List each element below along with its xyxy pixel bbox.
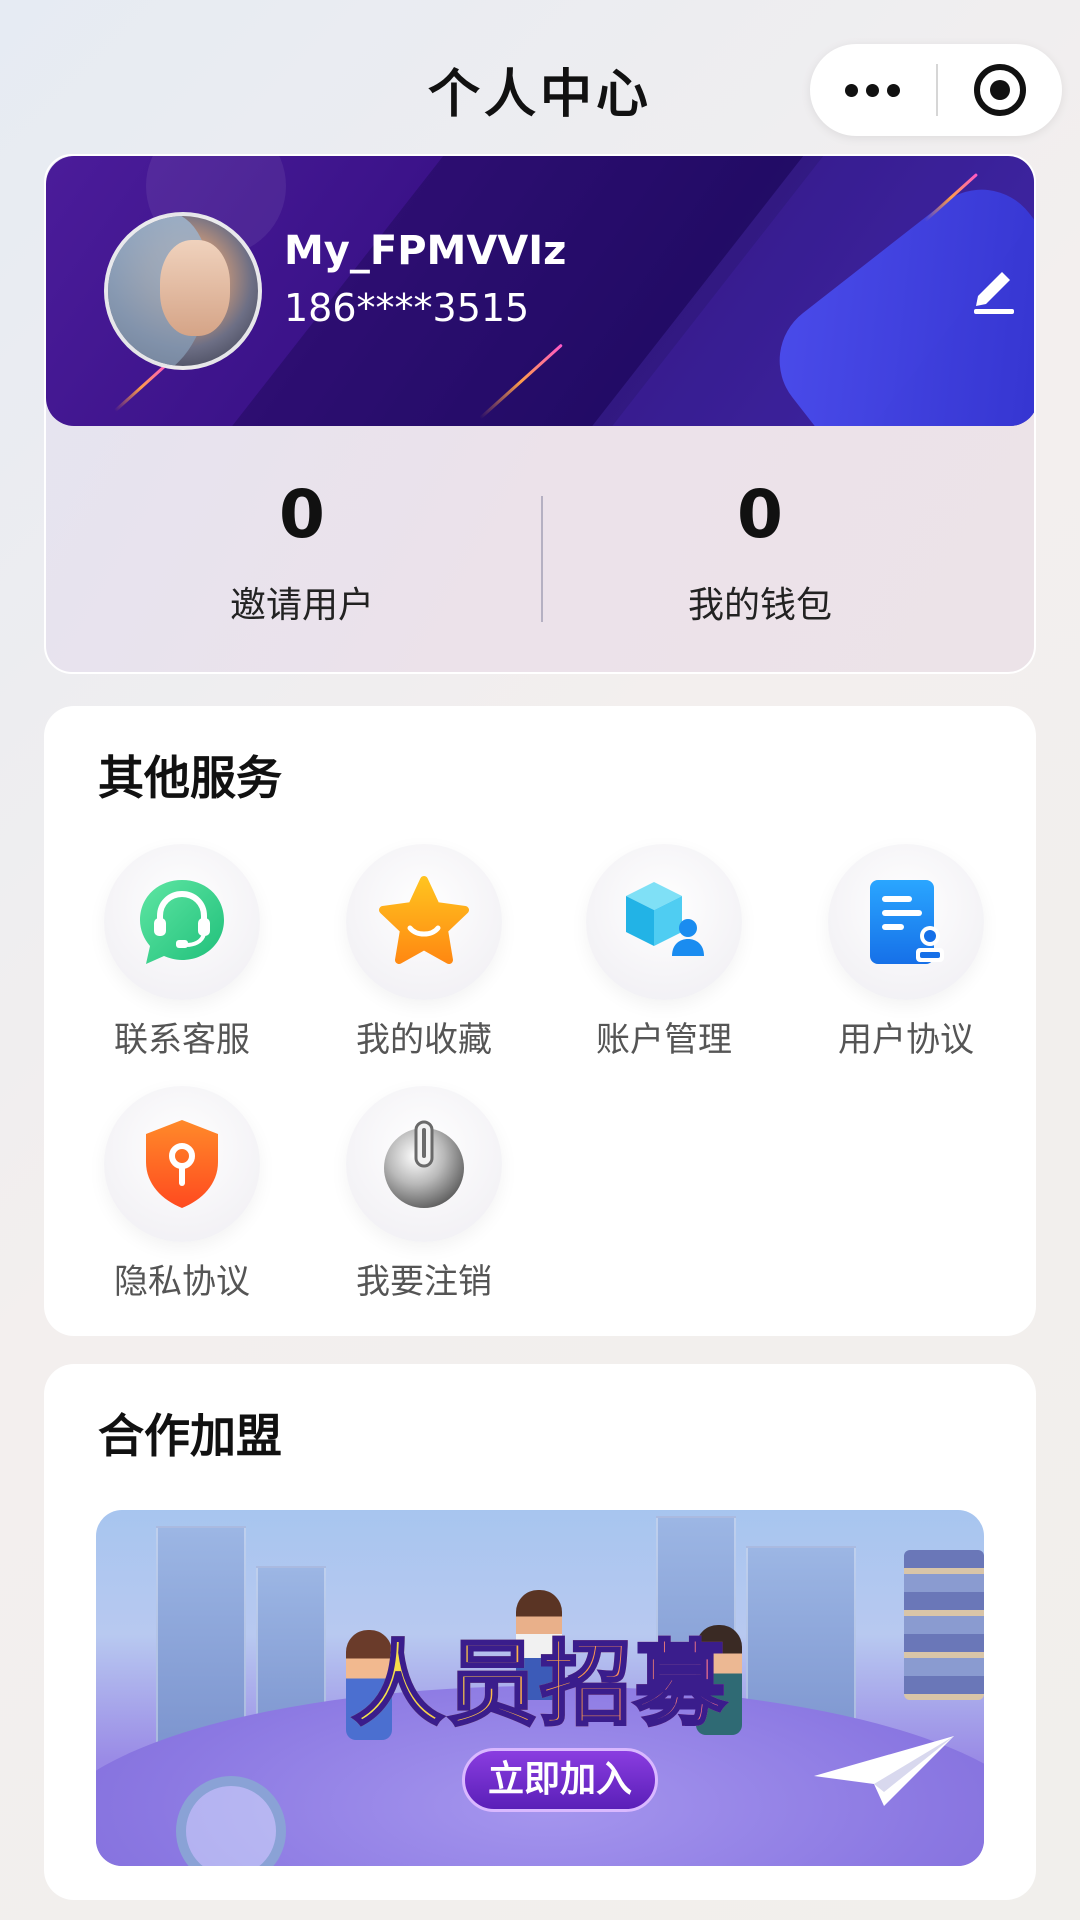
service-label: 我要注销: [356, 1262, 492, 1302]
services-title: 其他服务: [98, 751, 282, 805]
service-label: 账户管理: [596, 1020, 732, 1060]
profile-page: 个人中心 My_FPMVVIz 186****3515 0 邀请用户 0 我的钱…: [0, 0, 1080, 1920]
more-dots-icon[interactable]: [810, 44, 935, 136]
service-contact-support[interactable]: 联系客服: [102, 844, 262, 1064]
recruitment-banner[interactable]: 人员招募 立即加入: [96, 1510, 984, 1866]
service-deactivate-account[interactable]: 我要注销: [344, 1086, 504, 1306]
stat-value: 0: [279, 476, 325, 553]
profile-card: My_FPMVVIz 186****3515 0 邀请用户 0 我的钱包: [44, 154, 1036, 674]
username: My_FPMVVIz: [284, 228, 567, 274]
stat-label: 我的钱包: [687, 585, 832, 626]
service-account-management[interactable]: 账户管理: [584, 844, 744, 1064]
service-label: 联系客服: [114, 1020, 250, 1060]
service-privacy-policy[interactable]: 隐私协议: [102, 1086, 262, 1306]
paper-plane-icon: [814, 1736, 954, 1806]
mini-program-capsule: [810, 44, 1062, 136]
top-bar: 个人中心: [0, 0, 1080, 150]
target-close-icon[interactable]: [938, 44, 1062, 136]
shield-lock-icon: [146, 1120, 218, 1208]
stat-invited-users[interactable]: 0 邀请用户: [72, 426, 532, 672]
service-label: 我的收藏: [356, 1020, 492, 1060]
recruitment-headline: 人员招募: [96, 1610, 984, 1743]
headset-chat-icon: [140, 880, 224, 964]
stat-label: 邀请用户: [229, 585, 374, 626]
partner-title: 合作加盟: [98, 1409, 282, 1463]
stats-row: 0 邀请用户 0 我的钱包: [46, 426, 1034, 672]
banner-decoration: [113, 362, 169, 413]
star-icon: [379, 876, 469, 964]
document-stamp-icon: [870, 880, 944, 964]
phone-number: 186****3515: [284, 286, 530, 330]
power-icon: [384, 1120, 464, 1208]
pencil-icon[interactable]: [964, 256, 1024, 316]
profile-banner: My_FPMVVIz 186****3515: [46, 156, 1034, 426]
service-label: 用户协议: [838, 1020, 974, 1060]
account-cube-icon: [626, 882, 704, 956]
join-now-button[interactable]: 立即加入: [462, 1748, 658, 1812]
service-user-agreement[interactable]: 用户协议: [826, 844, 986, 1064]
avatar[interactable]: [104, 212, 262, 370]
service-favorites[interactable]: 我的收藏: [344, 844, 504, 1064]
service-label: 隐私协议: [114, 1262, 250, 1302]
stat-wallet[interactable]: 0 我的钱包: [530, 426, 990, 672]
services-card: 其他服务 联系客服 我的收藏 账户管理 用户协议 隐私协议 我要注销: [44, 706, 1036, 1336]
partner-card: 合作加盟 人员招募 立即加入: [44, 1364, 1036, 1900]
stat-value: 0: [737, 476, 783, 553]
